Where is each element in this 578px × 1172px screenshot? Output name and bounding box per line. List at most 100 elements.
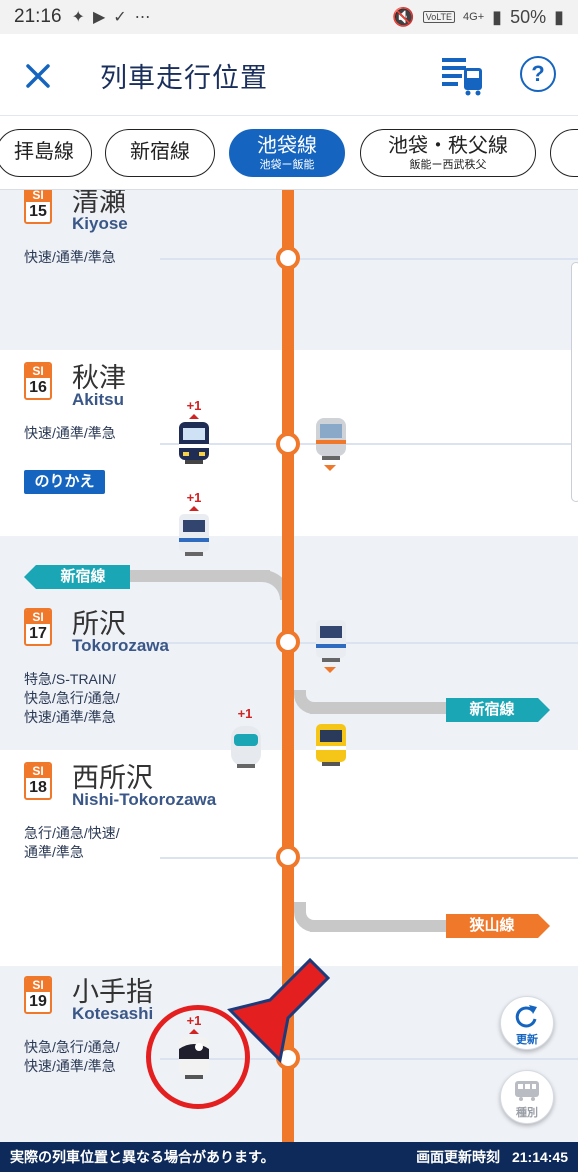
station-code: SI (26, 190, 50, 202)
status-time: 21:16 (14, 6, 62, 27)
station-code: SI (26, 978, 50, 992)
direction-up-icon (189, 506, 199, 511)
tab-ikebukuro-chichibu[interactable]: 池袋・秩父線 飯能ー西武秩父 (360, 129, 536, 177)
highlight-arrow-icon (227, 957, 331, 1064)
shinjuku-left-arrow-icon (24, 565, 36, 589)
train-icon-yellow[interactable] (314, 722, 348, 768)
station-romaji: Akitsu (72, 390, 124, 409)
train-icon-silver-blue[interactable] (314, 618, 348, 664)
station-romaji: Kotesashi (72, 1004, 154, 1023)
stopping-train-types: 快速/通準/準急 (24, 424, 116, 443)
shinjuku-right-arrow-icon (538, 698, 550, 722)
twitter-icon: ✦ (71, 9, 85, 26)
station-code: SI (26, 364, 50, 378)
line-tabs: 拝島線 新宿線 池袋線 池袋ー飯能 池袋・秩父線 飯能ー西武秩父 (0, 116, 578, 190)
app-icon: ✓ (113, 9, 127, 26)
side-panel-handle[interactable] (571, 262, 578, 502)
sayama-line-label[interactable]: 狭山線 (446, 914, 538, 938)
update-time: 21:14:45 (511, 1149, 568, 1165)
tab-sublabel: 飯能ー西武秩父 (409, 159, 487, 171)
notification-icons: ✦ ▶ ✓ ⋯ (72, 7, 151, 27)
more-icon: ⋯ (134, 9, 151, 26)
help-button[interactable]: ? (520, 56, 556, 92)
train-icon-navy[interactable] (177, 420, 211, 466)
refresh-label: 更新 (516, 1034, 538, 1046)
train-icon-silver-blue[interactable] (177, 512, 211, 558)
station-node-nishi-tokorozawa[interactable] (276, 845, 300, 869)
train-icon-orange[interactable] (314, 416, 348, 462)
station-number-badge: SI 18 (24, 762, 52, 800)
train-types-line: 快急/急行/通急/ (24, 1039, 120, 1055)
station-number: 17 (29, 625, 47, 642)
status-bar: 21:16 ✦ ▶ ✓ ⋯ 🔇 VoLTE 4G+ ▮ 50% ▮ (0, 0, 578, 34)
station-number-badge: SI 16 (24, 362, 52, 400)
station-code: SI (26, 764, 50, 778)
station-node-akitsu[interactable] (276, 432, 300, 456)
shinjuku-branch-track (310, 702, 450, 714)
train-types-line: 快速/通準/準急 (24, 249, 116, 265)
refresh-icon (515, 1005, 537, 1028)
station-romaji: Kiyose (72, 214, 128, 233)
update-time-group: 画面更新時刻 21:14:45 (416, 1147, 568, 1167)
station-romaji: Tokorozawa (72, 636, 169, 655)
footer-bar: 実際の列車位置と異なる場合があります。 画面更新時刻 21:14:45 (0, 1142, 578, 1172)
transfer-button[interactable]: のりかえ (24, 470, 105, 494)
battery-icon: ▮ (554, 6, 564, 27)
tab-shinjuku[interactable]: 新宿線 (105, 129, 215, 177)
station-guide-line (160, 258, 578, 260)
delay-label: +1 (186, 398, 202, 413)
update-time-label: 画面更新時刻 (416, 1149, 501, 1165)
station-romaji: Nishi-Tokorozawa (72, 790, 217, 809)
delay-label: +1 (186, 490, 202, 505)
stopping-train-types: 快速/通準/準急 (24, 248, 116, 267)
station-number: 19 (29, 993, 47, 1010)
system-icons: 🔇 VoLTE 4G+ ▮ 50% ▮ (392, 7, 564, 28)
volte-badge: VoLTE (422, 11, 456, 23)
sayama-branch-track (310, 920, 450, 932)
train-types-line: 通準/準急 (24, 844, 84, 860)
station-number: 15 (29, 203, 47, 220)
tab-next[interactable] (550, 129, 578, 177)
train-types-line: 快速/通準/準急 (24, 709, 116, 725)
app-bar: 列車走行位置 ? (0, 34, 578, 116)
sayama-arrow-icon (538, 914, 550, 938)
station-number-badge: SI 19 (24, 976, 52, 1014)
battery-level: 50% (510, 6, 547, 27)
train-list-icon (442, 58, 482, 96)
tab-ikebukuro[interactable]: 池袋線 池袋ー飯能 (229, 129, 345, 177)
train-types-line: 特急/S-TRAIN/ (24, 671, 116, 687)
train-types-line: 快速/通準/準急 (24, 425, 116, 441)
tab-haijima[interactable]: 拝島線 (0, 129, 92, 177)
close-button[interactable] (18, 52, 58, 98)
direction-down-icon (324, 465, 336, 471)
direction-down-icon (324, 667, 336, 673)
train-position-map[interactable]: 新宿線 新宿線 狭山線 SI 15 清瀬 Kiyose 快速/通準/準急 SI … (0, 190, 578, 1142)
stopping-train-types: 急行/通急/快速/ 通準/準急 (24, 824, 120, 862)
train-types-line: 快急/急行/通急/ (24, 690, 120, 706)
station-number: 16 (29, 379, 47, 396)
network-type: 4G+ (463, 11, 485, 23)
help-icon: ? (531, 61, 545, 86)
station-guide-line (160, 443, 578, 445)
train-icon-laview[interactable] (229, 724, 263, 770)
tab-sublabel: 池袋ー飯能 (259, 159, 315, 171)
station-node-tokorozawa[interactable] (276, 630, 300, 654)
train-type-button[interactable]: 種別 (500, 1070, 554, 1124)
train-types-line: 快速/通準/準急 (24, 1058, 116, 1074)
station-number-badge: SI 15 (24, 190, 52, 224)
shinjuku-line-label-left[interactable]: 新宿線 (36, 565, 130, 589)
position-notice: 実際の列車位置と異なる場合があります。 (10, 1149, 275, 1165)
station-number: 18 (29, 779, 47, 796)
train-list-button[interactable] (440, 54, 488, 98)
youtube-icon: ▶ (92, 9, 106, 26)
stopping-train-types: 特急/S-TRAIN/ 快急/急行/通急/ 快速/通準/準急 (24, 670, 120, 727)
tab-label: 新宿線 (130, 141, 190, 163)
tab-label: 池袋線 (257, 135, 317, 157)
station-node-kiyose[interactable] (276, 246, 300, 270)
train-type-icon (515, 1081, 539, 1101)
shinjuku-line-label-right[interactable]: 新宿線 (446, 698, 538, 722)
station-number-badge: SI 17 (24, 608, 52, 646)
refresh-button[interactable]: 更新 (500, 996, 554, 1050)
station-guide-line (160, 642, 578, 644)
delay-label: +1 (237, 706, 253, 721)
